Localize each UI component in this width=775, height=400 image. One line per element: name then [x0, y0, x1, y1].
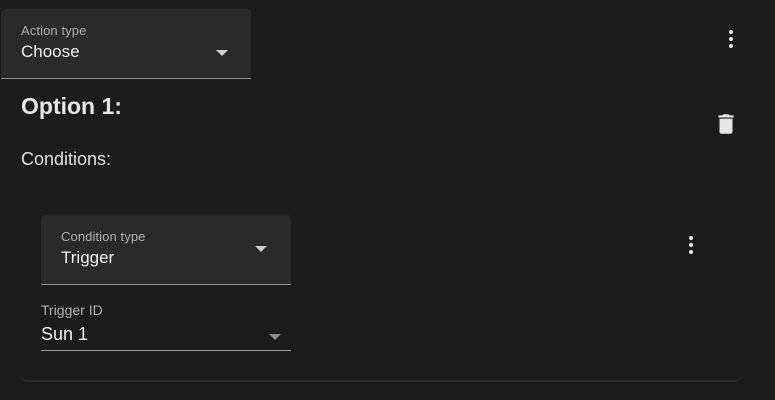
action-type-select[interactable]: Action type Choose: [1, 9, 251, 79]
dropdown-arrow-icon: [216, 50, 228, 56]
dropdown-arrow-icon: [255, 246, 267, 252]
condition-more-menu-icon[interactable]: [681, 231, 701, 259]
action-more-menu-icon[interactable]: [721, 25, 741, 53]
trigger-id-select[interactable]: Trigger ID Sun 1: [41, 300, 291, 351]
automation-action-editor: Action type Choose Option 1: Conditions:…: [0, 0, 775, 400]
trash-icon[interactable]: [713, 111, 739, 137]
trigger-id-label: Trigger ID: [41, 302, 103, 318]
action-type-label: Action type: [21, 23, 87, 38]
condition-type-select[interactable]: Condition type Trigger: [41, 215, 291, 285]
conditions-label: Conditions:: [21, 149, 112, 169]
condition-type-label: Condition type: [61, 229, 146, 244]
action-type-value: Choose: [21, 42, 80, 61]
option-title: Option 1:: [21, 93, 122, 119]
condition-type-value: Trigger: [61, 248, 115, 267]
trigger-id-value: Sun 1: [41, 324, 89, 344]
dropdown-arrow-icon: [269, 334, 281, 340]
